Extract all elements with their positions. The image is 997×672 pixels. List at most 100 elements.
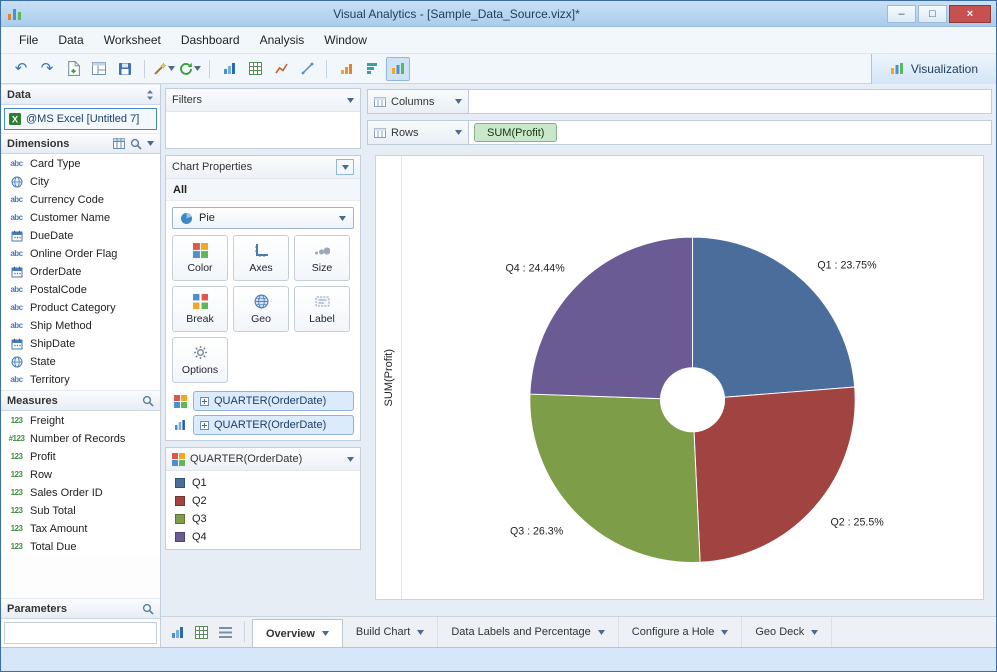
- tab-build-chart[interactable]: Build Chart: [343, 617, 439, 647]
- chart-type-select[interactable]: Pie: [172, 207, 354, 229]
- columns-shelf-field[interactable]: [469, 89, 992, 114]
- field-freight[interactable]: 123 Freight: [1, 412, 160, 430]
- chart-properties-menu-button[interactable]: [336, 159, 354, 175]
- field-sales-order-id[interactable]: 123 Sales Order ID: [1, 484, 160, 502]
- field-state[interactable]: State: [1, 353, 160, 371]
- view-data-icon[interactable]: [113, 138, 125, 149]
- dimensions-header[interactable]: Dimensions: [1, 133, 160, 154]
- expand-icon[interactable]: [200, 396, 209, 406]
- menu-worksheet[interactable]: Worksheet: [94, 29, 171, 51]
- menu-dashboard[interactable]: Dashboard: [171, 29, 250, 51]
- field-currency-code[interactable]: abc Currency Code: [1, 191, 160, 209]
- chart-properties-header[interactable]: Chart Properties: [166, 156, 360, 179]
- legend-header[interactable]: QUARTER(OrderDate): [166, 448, 360, 471]
- tab-overview[interactable]: Overview: [252, 619, 343, 647]
- size-button[interactable]: Size: [294, 235, 350, 281]
- titlebar[interactable]: Visual Analytics - [Sample_Data_Source.v…: [1, 1, 996, 27]
- slope-chart-button[interactable]: [295, 57, 319, 81]
- tab-configure-a-hole[interactable]: Configure a Hole: [619, 617, 743, 647]
- columns-shelf-label[interactable]: Columns: [367, 89, 469, 114]
- data-source-item[interactable]: X @MS Excel [Untitled 7]: [4, 108, 157, 130]
- menu-analysis[interactable]: Analysis: [250, 29, 315, 51]
- rows-shelf-label[interactable]: Rows: [367, 120, 469, 145]
- field-product-category[interactable]: abc Product Category: [1, 299, 160, 317]
- chevron-down-icon[interactable]: [347, 97, 354, 103]
- tab-data-labels-and-percentage[interactable]: Data Labels and Percentage: [438, 617, 619, 647]
- close-button[interactable]: ×: [949, 4, 991, 23]
- menu-window[interactable]: Window: [314, 29, 377, 51]
- field-customer-name[interactable]: abc Customer Name: [1, 209, 160, 227]
- horizontal-bars-button[interactable]: [360, 57, 384, 81]
- measures-header[interactable]: Measures: [1, 390, 160, 411]
- field-row[interactable]: 123 Row: [1, 466, 160, 484]
- field-number-of-records[interactable]: #123 Number of Records: [1, 430, 160, 448]
- filters-header[interactable]: Filters: [166, 89, 360, 112]
- pie-chart[interactable]: Q1 : 23.75% Q2 : 25.5% Q3 : 26.3% Q4 : 24.4…: [402, 156, 983, 599]
- minimize-button[interactable]: –: [887, 4, 916, 23]
- tab-geo-deck[interactable]: Geo Deck: [742, 617, 833, 647]
- chevron-down-icon[interactable]: [147, 141, 154, 146]
- chevron-down-icon[interactable]: [455, 130, 462, 135]
- geo-button[interactable]: Geo: [233, 286, 289, 332]
- field-total-due[interactable]: 123 Total Due: [1, 538, 160, 556]
- search-icon[interactable]: [142, 603, 154, 615]
- sheet-list-button[interactable]: [213, 620, 237, 644]
- new-worksheet-button[interactable]: [165, 620, 189, 644]
- break-button[interactable]: Break: [172, 286, 228, 332]
- field-sub-total[interactable]: 123 Sub Total: [1, 502, 160, 520]
- field-ship-method[interactable]: abc Ship Method: [1, 317, 160, 335]
- chevron-down-icon[interactable]: [597, 629, 605, 635]
- field-shipdate[interactable]: ShipDate: [1, 335, 160, 353]
- chevron-down-icon[interactable]: [347, 456, 354, 462]
- refresh-button[interactable]: [178, 57, 202, 81]
- new-crosstab-button[interactable]: [189, 620, 213, 644]
- data-panel-header[interactable]: Data: [1, 84, 160, 105]
- field-profit[interactable]: 123 Profit: [1, 448, 160, 466]
- redo-button[interactable]: ↷: [35, 57, 59, 81]
- options-button[interactable]: Options: [172, 337, 228, 383]
- search-icon[interactable]: [130, 138, 142, 150]
- legend-item-q2[interactable]: Q2: [166, 492, 360, 510]
- menu-file[interactable]: File: [9, 29, 48, 51]
- save-button[interactable]: [113, 57, 137, 81]
- parameters-header[interactable]: Parameters: [1, 598, 160, 619]
- field-tax-amount[interactable]: 123 Tax Amount: [1, 520, 160, 538]
- chevron-down-icon[interactable]: [455, 99, 462, 104]
- field-online-order-flag[interactable]: abc Online Order Flag: [1, 245, 160, 263]
- color-button[interactable]: Color: [172, 235, 228, 281]
- chevron-down-icon[interactable]: [811, 629, 819, 635]
- new-dashboard-button[interactable]: [87, 57, 111, 81]
- chevron-down-icon[interactable]: [321, 631, 329, 636]
- menu-data[interactable]: Data: [48, 29, 93, 51]
- legend-item-q4[interactable]: Q4: [166, 528, 360, 546]
- format-wand-button[interactable]: [152, 57, 176, 81]
- new-document-button[interactable]: [61, 57, 85, 81]
- legend-item-q3[interactable]: Q3: [166, 510, 360, 528]
- field-duedate[interactable]: DueDate: [1, 227, 160, 245]
- visualization-toggle-button[interactable]: [386, 56, 410, 81]
- sort-fields-icon[interactable]: [146, 89, 154, 101]
- column-chart-button[interactable]: [217, 57, 241, 81]
- label-button[interactable]: Label: [294, 286, 350, 332]
- rows-shelf-field[interactable]: SUM(Profit): [469, 120, 992, 145]
- sum-profit-pill[interactable]: SUM(Profit): [474, 123, 558, 142]
- field-postalcode[interactable]: abc PostalCode: [1, 281, 160, 299]
- field-card-type[interactable]: abc Card Type: [1, 155, 160, 173]
- expand-icon[interactable]: [200, 420, 209, 430]
- break-quarter-pill[interactable]: QUARTER(OrderDate): [193, 415, 354, 435]
- field-territory[interactable]: abc Territory: [1, 371, 160, 389]
- sort-ascending-button[interactable]: [334, 57, 358, 81]
- visualization-tab[interactable]: Visualization: [870, 53, 996, 84]
- filters-body[interactable]: [166, 112, 360, 148]
- line-chart-button[interactable]: [269, 57, 293, 81]
- maximize-button[interactable]: □: [918, 4, 947, 23]
- search-icon[interactable]: [142, 395, 154, 407]
- color-quarter-pill[interactable]: QUARTER(OrderDate): [193, 391, 354, 411]
- field-city[interactable]: City: [1, 173, 160, 191]
- undo-button[interactable]: ↶: [9, 57, 33, 81]
- legend-item-q1[interactable]: Q1: [166, 474, 360, 492]
- crosstab-button[interactable]: [243, 57, 267, 81]
- chevron-down-icon[interactable]: [721, 629, 729, 635]
- field-orderdate[interactable]: OrderDate: [1, 263, 160, 281]
- axes-button[interactable]: Axes: [233, 235, 289, 281]
